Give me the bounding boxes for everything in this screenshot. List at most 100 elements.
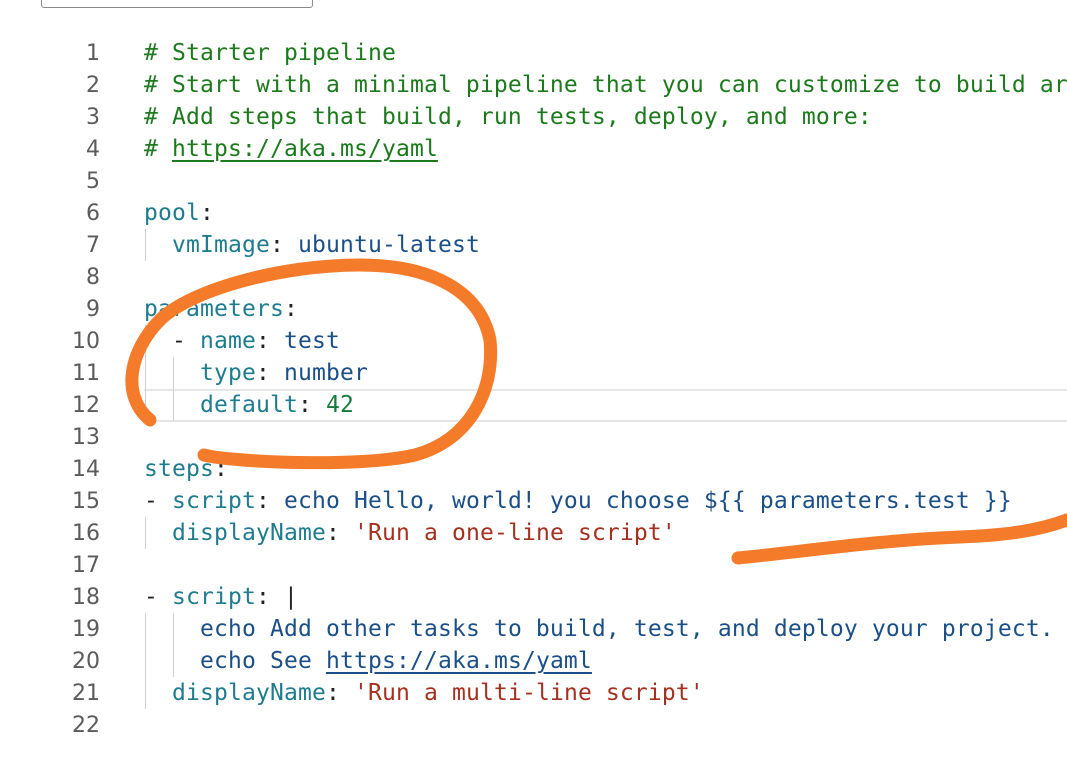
code-token: : [297,392,326,418]
line-number: 7 [86,233,100,258]
code-line[interactable]: 4 # https://aka.ms/yaml [0,133,1067,165]
code-token: vmImage [172,232,270,258]
code-text[interactable]: - name: test [144,327,340,355]
code-token: echo See [200,648,326,674]
line-number: 3 [86,105,100,130]
line-number: 20 [72,649,100,674]
code-token: 42 [325,392,354,418]
code-token: 'Run a one-line script' [353,520,676,546]
code-token: : [325,680,354,706]
code-text[interactable]: # Add steps that build, run tests, deplo… [144,103,872,131]
line-number: 12 [72,393,100,418]
code-token: : [214,456,228,482]
code-text[interactable]: type: number [144,359,368,387]
code-token: name [200,328,256,354]
code-token: script [172,488,256,514]
code-link[interactable]: https://aka.ms/yaml [172,136,438,162]
code-text[interactable]: displayName: 'Run a one-line script' [144,519,676,547]
code-line[interactable]: 1 # Starter pipeline [0,37,1067,69]
code-line[interactable]: 3 # Add steps that build, run tests, depl… [0,101,1067,133]
code-text[interactable]: - script: | [144,583,298,611]
code-token: parameters [144,296,284,322]
line-number: 17 [72,553,100,578]
code-token: echo Hello, world! you choose ${{ parame… [283,488,1012,514]
line-number: 9 [86,297,100,322]
line-number: 14 [72,457,100,482]
code-editor[interactable]: 1 # Starter pipeline 2 # Start with a minim… [0,37,1067,757]
code-token: - [144,584,172,610]
code-line[interactable]: 22 [0,709,1067,741]
code-text[interactable]: # https://aka.ms/yaml [144,135,438,163]
code-text[interactable]: # Starter pipeline [144,39,396,67]
code-token: echo Add other tasks to build, test, and… [200,616,1054,642]
code-line[interactable]: 14 steps: [0,453,1067,485]
code-line[interactable]: 16 displayName: 'Run a one-line script' [0,517,1067,549]
code-line[interactable]: 20 echo See https://aka.ms/yaml [0,645,1067,677]
code-token: # Starter pipeline [144,40,396,66]
code-token: : | [255,584,298,610]
search-input[interactable] [41,0,313,8]
line-number: 10 [72,329,100,354]
code-line[interactable]: 21 displayName: 'Run a multi-line script… [0,677,1067,709]
line-number: 11 [72,361,100,386]
code-line[interactable]: 19 echo Add other tasks to build, test, … [0,613,1067,645]
code-token: # [144,136,172,162]
line-number: 15 [72,489,100,514]
code-text[interactable]: echo See https://aka.ms/yaml [144,647,592,675]
code-token: # Add steps that build, run tests, deplo… [144,104,872,130]
code-text[interactable]: echo Add other tasks to build, test, and… [144,615,1054,643]
code-text[interactable]: default: 42 [144,391,354,419]
code-token: : [200,200,214,226]
code-line[interactable]: 13 [0,421,1067,453]
code-token: number [284,360,368,386]
line-number: 16 [72,521,100,546]
code-token: steps [144,456,214,482]
code-token: : [256,360,284,386]
code-token: pool [144,200,200,226]
code-link[interactable]: https://aka.ms/yaml [326,648,592,674]
line-number: 19 [72,617,100,642]
code-line[interactable]: 11 type: number [0,357,1067,389]
code-line[interactable]: 17 [0,549,1067,581]
code-line[interactable]: 12 default: 42 [0,389,1067,421]
code-token: : [325,520,354,546]
code-token: type [200,360,256,386]
code-text[interactable]: # Start with a minimal pipeline that you… [144,71,1067,99]
line-number: 18 [72,585,100,610]
code-line[interactable]: 2 # Start with a minimal pipeline that yo… [0,69,1067,101]
code-line[interactable]: 9 parameters: [0,293,1067,325]
code-line[interactable]: 6 pool: [0,197,1067,229]
code-text[interactable]: displayName: 'Run a multi-line script' [144,679,704,707]
line-number: 13 [72,425,100,450]
line-number: 4 [86,137,100,162]
code-text[interactable]: parameters: [144,295,298,323]
code-token: : [283,296,298,322]
code-line[interactable]: 7 vmImage: ubuntu-latest [0,229,1067,261]
code-text[interactable]: steps: [144,455,228,483]
line-number: 8 [86,265,100,290]
code-line[interactable]: 10 - name: test [0,325,1067,357]
line-number: 1 [86,41,100,66]
line-number: 2 [86,73,100,98]
code-line[interactable]: 8 [0,261,1067,293]
code-token: ubuntu-latest [297,232,480,258]
code-token: 'Run a multi-line script' [353,680,704,706]
code-token: default [200,392,298,418]
code-line[interactable]: 15 - script: echo Hello, world! you choos… [0,485,1067,517]
code-text[interactable]: pool: [144,199,214,227]
code-token: : [256,328,284,354]
code-text[interactable]: vmImage: ubuntu-latest [144,231,480,259]
line-number: 6 [86,201,100,226]
code-text[interactable]: - script: echo Hello, world! you choose … [144,487,1012,515]
line-number: 21 [72,681,100,706]
code-line[interactable]: 5 [0,165,1067,197]
code-token: - [144,328,200,354]
code-line[interactable]: 18 - script: | [0,581,1067,613]
code-token: displayName [172,520,326,546]
